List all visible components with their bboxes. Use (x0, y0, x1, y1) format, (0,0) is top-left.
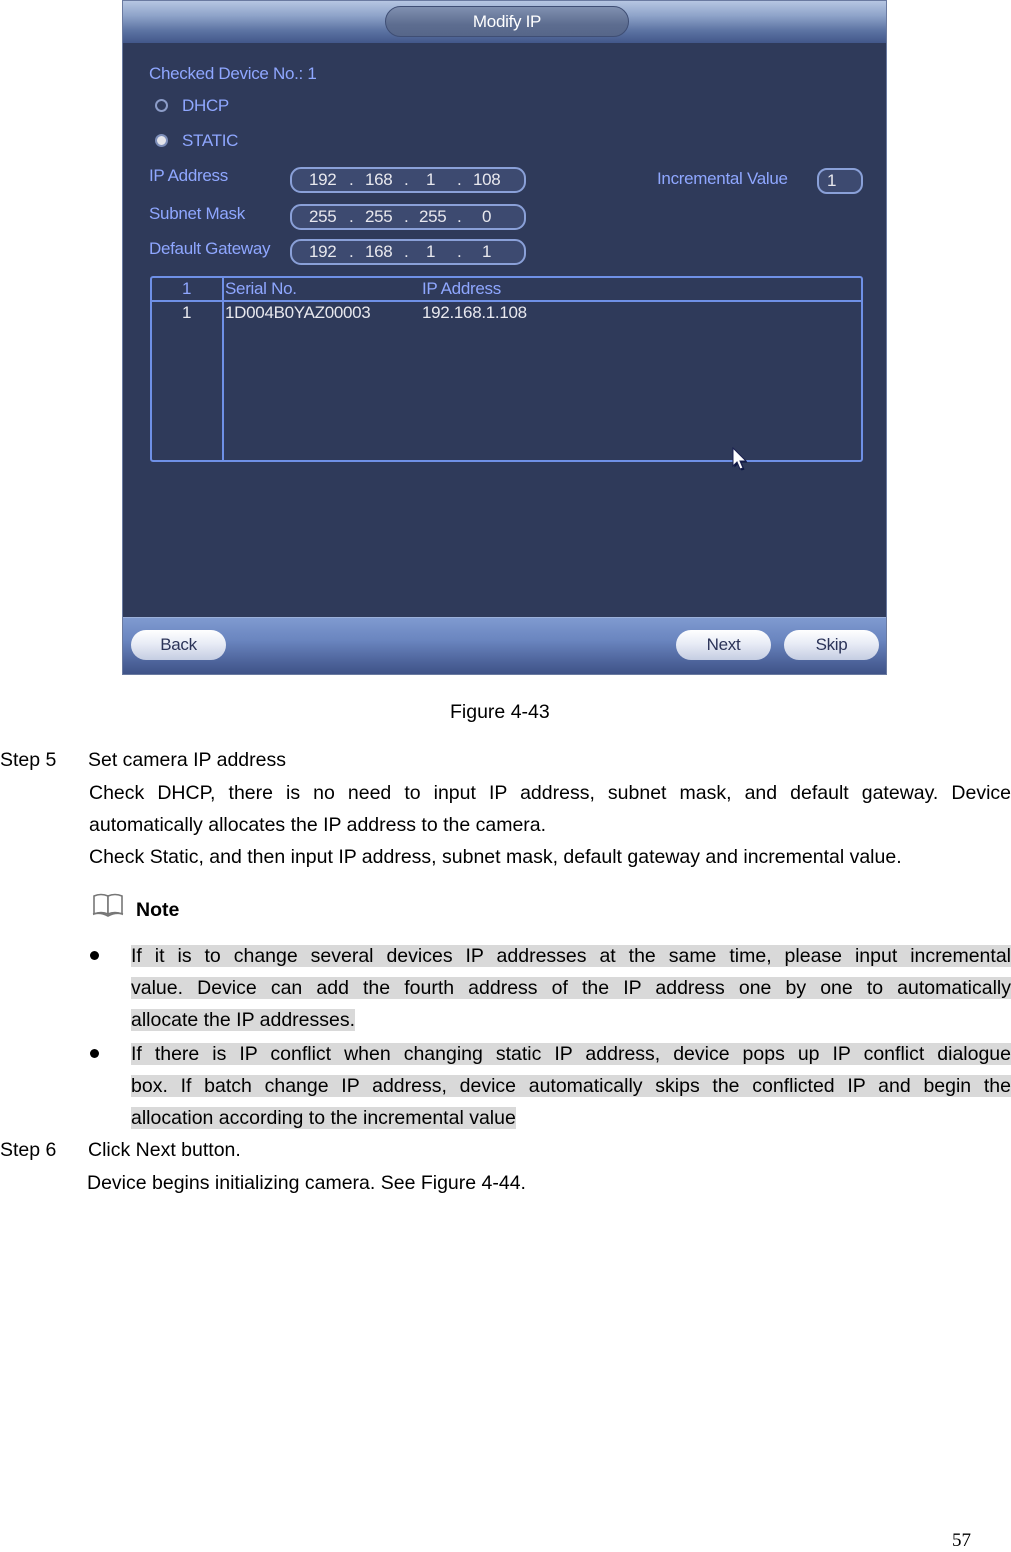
ip-octet-3[interactable]: 1 (426, 170, 435, 190)
step6-label: Step 6 (0, 1139, 57, 1161)
default-gateway-label: Default Gateway (149, 239, 271, 258)
ip-octet-4[interactable]: 108 (473, 170, 501, 190)
mouse-cursor-icon (732, 447, 748, 471)
row-ip: 192.168.1.108 (422, 303, 527, 322)
incremental-value-label: Incremental Value (657, 169, 788, 188)
ip-address-label: IP Address (149, 166, 228, 185)
page-number: 57 (952, 1530, 971, 1551)
subnet-mask-field[interactable]: 255 . 255 . 255 . 0 (290, 204, 526, 230)
gw-octet-1[interactable]: 192 (309, 242, 337, 262)
gw-octet-4[interactable]: 1 (482, 242, 491, 262)
back-button[interactable]: Back (131, 630, 226, 660)
subnet-mask-label: Subnet Mask (149, 204, 245, 223)
mask-octet-2[interactable]: 255 (365, 207, 393, 227)
octet-dot: . (349, 207, 354, 226)
octet-dot: . (404, 170, 409, 189)
table-column-divider (222, 278, 224, 460)
note-bullet-2-line-2: box. If batch change IP address, device … (131, 1075, 1011, 1097)
device-table: 1 Serial No. IP Address 1 1D004B0YAZ0000… (150, 276, 863, 462)
mask-octet-1[interactable]: 255 (309, 207, 337, 227)
step5-line-2: automatically allocates the IP address t… (89, 814, 547, 836)
step5-label: Step 5 (0, 749, 57, 771)
dhcp-label: DHCP (182, 96, 229, 115)
incremental-value-input[interactable]: 1 (817, 168, 863, 194)
note-label: Note (136, 899, 180, 921)
step5-title: Set camera IP address (88, 749, 286, 771)
note-bullet-1: If it is to change several devices IP ad… (131, 940, 1011, 1036)
octet-dot: . (457, 170, 462, 189)
dialog-title: Modify IP (385, 6, 629, 37)
note-bullet-2-line-1: If there is IP conflict when changing st… (131, 1043, 1011, 1065)
ip-address-field[interactable]: 192 . 168 . 1 . 108 (290, 167, 526, 193)
gw-octet-2[interactable]: 168 (365, 242, 393, 262)
bullet-point (90, 1049, 99, 1058)
dialog-footer: Back Next Skip (123, 617, 886, 674)
static-radio[interactable] (155, 134, 168, 147)
octet-dot: . (349, 170, 354, 189)
skip-button[interactable]: Skip (784, 630, 879, 660)
mask-octet-4[interactable]: 0 (482, 207, 491, 227)
step5-line-3: Check Static, and then input IP address,… (89, 846, 902, 868)
column-header-ip[interactable]: IP Address (422, 279, 501, 299)
dhcp-radio[interactable] (155, 99, 168, 112)
figure-caption: Figure 4-43 (450, 701, 550, 723)
note-bullet-1-line-1: If it is to change several devices IP ad… (131, 945, 1011, 967)
modify-ip-dialog: Modify IP Checked Device No.: 1 DHCP STA… (122, 0, 887, 675)
octet-dot: . (457, 207, 462, 226)
mask-octet-3[interactable]: 255 (419, 207, 447, 227)
row-serial: 1D004B0YAZ00003 (225, 303, 371, 322)
step6-line-1: Device begins initializing camera. See F… (87, 1172, 526, 1194)
next-button[interactable]: Next (676, 630, 771, 660)
static-label: STATIC (182, 131, 239, 150)
column-header-index[interactable]: 1 (182, 279, 191, 299)
dialog-header: Modify IP (123, 1, 886, 43)
book-note-icon (92, 893, 124, 917)
note-bullet-1-line-2: value. Device can add the fourth address… (131, 977, 1011, 999)
ip-octet-1[interactable]: 192 (309, 170, 337, 190)
step6-title: Click Next button. (88, 1139, 241, 1161)
octet-dot: . (349, 242, 354, 261)
note-bullet-2-line-3: allocation according to the incremental … (131, 1107, 516, 1129)
octet-dot: . (457, 242, 462, 261)
bullet-point (90, 951, 99, 960)
column-header-serial[interactable]: Serial No. (225, 279, 297, 299)
step5-line-1: Check DHCP, there is no need to input IP… (89, 782, 1011, 804)
checked-device-label: Checked Device No.: 1 (149, 64, 317, 83)
row-index: 1 (182, 303, 192, 322)
ip-octet-2[interactable]: 168 (365, 170, 393, 190)
gw-octet-3[interactable]: 1 (426, 242, 435, 262)
default-gateway-field[interactable]: 192 . 168 . 1 . 1 (290, 239, 526, 265)
table-header-divider (152, 300, 861, 302)
octet-dot: . (404, 207, 409, 226)
octet-dot: . (404, 242, 409, 261)
note-bullet-1-line-3: allocate the IP addresses. (131, 1009, 356, 1031)
note-bullet-2: If there is IP conflict when changing st… (131, 1038, 1011, 1134)
